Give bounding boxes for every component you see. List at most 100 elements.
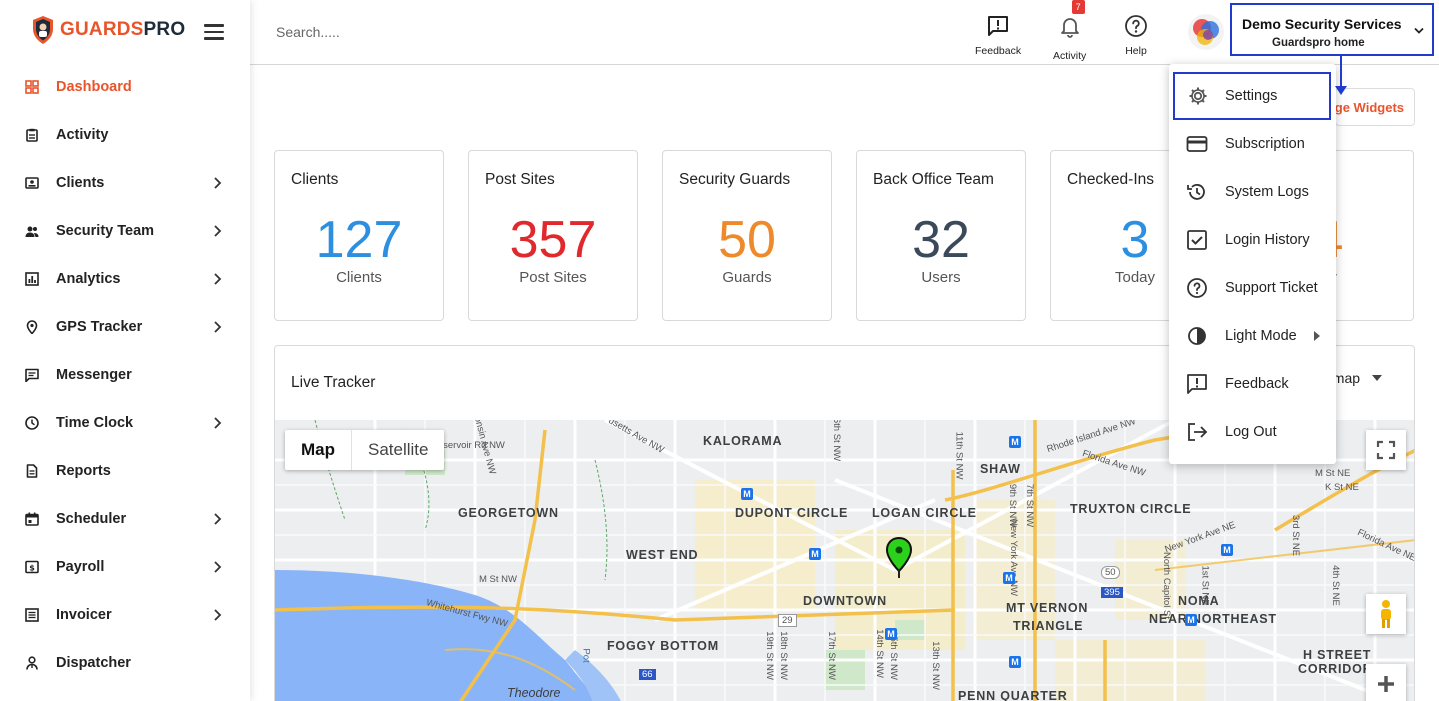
- app: GUARDSPRO Dashboard Activity Clients Securi…: [0, 0, 1439, 701]
- street-view-button[interactable]: [1366, 594, 1406, 634]
- feedback-label: Feedback: [975, 45, 1022, 57]
- sidebar-item-label: Security Team: [56, 223, 155, 239]
- sidebar-item-time-clock[interactable]: Time Clock: [0, 399, 250, 447]
- sidebar-item-label: Clients: [56, 175, 105, 191]
- bell-icon: [1060, 18, 1079, 38]
- search-input[interactable]: [276, 24, 576, 40]
- clipboard-icon: [25, 128, 39, 142]
- zoom-in-button[interactable]: [1366, 664, 1406, 701]
- person-icon: [25, 656, 39, 670]
- stat-card-0[interactable]: Clients 127 Clients: [274, 150, 444, 321]
- sidebar-item-label: GPS Tracker: [56, 319, 143, 335]
- plus-icon: [1378, 676, 1394, 692]
- stat-card-title: Security Guards: [679, 171, 791, 188]
- sidebar-nav: Dashboard Activity Clients Security Team Ana…: [0, 63, 250, 687]
- metro-station-icon: M: [1185, 614, 1197, 626]
- menu-item-settings[interactable]: Settings: [1173, 72, 1331, 120]
- menu-item-login-history[interactable]: Login History: [1169, 216, 1336, 264]
- feedback-icon: [1186, 373, 1208, 395]
- fullscreen-button[interactable]: [1366, 430, 1406, 470]
- hamburger-menu-icon[interactable]: [204, 24, 224, 40]
- menu-item-light-mode[interactable]: Light Mode: [1169, 312, 1336, 360]
- sidebar-item-activity[interactable]: Activity: [0, 111, 250, 159]
- stat-card-value: 357: [509, 211, 597, 269]
- sidebar-item-reports[interactable]: Reports: [0, 447, 250, 495]
- sidebar-item-clients[interactable]: Clients: [0, 159, 250, 207]
- stat-card-title: Back Office Team: [873, 171, 994, 188]
- satellite-tab[interactable]: Satellite: [352, 430, 444, 470]
- location-marker-icon[interactable]: [885, 536, 913, 580]
- credit-card-icon: [1186, 133, 1208, 155]
- sidebar-item-label: Dashboard: [56, 79, 132, 95]
- sidebar-item-invoicer[interactable]: Invoicer: [0, 591, 250, 639]
- avatar[interactable]: [1188, 14, 1224, 50]
- menu-item-label: Log Out: [1225, 424, 1277, 440]
- street-label-11: 7th St NW: [1024, 483, 1036, 528]
- street-label-19: 1st St NE: [1199, 565, 1211, 606]
- sidebar-item-label: Time Clock: [56, 415, 134, 431]
- dashboard-icon: [25, 80, 39, 94]
- sidebar-item-security-team[interactable]: Security Team: [0, 207, 250, 255]
- sidebar-item-label: Dispatcher: [56, 655, 131, 671]
- menu-item-system-logs[interactable]: System Logs: [1169, 168, 1336, 216]
- account-dropdown-menu: Settings Subscription System Logs Login His…: [1169, 64, 1336, 464]
- menu-item-label: System Logs: [1225, 184, 1309, 200]
- map-label-6: WEST END: [626, 548, 699, 562]
- stat-card-1[interactable]: Post Sites 357 Post Sites: [468, 150, 638, 321]
- stat-card-value: 32: [912, 211, 970, 269]
- map-label-7: DOWNTOWN: [803, 594, 887, 608]
- menu-item-label: Login History: [1225, 232, 1310, 248]
- sidebar-item-dispatcher[interactable]: Dispatcher: [0, 639, 250, 687]
- stat-card-title: Clients: [291, 171, 339, 188]
- stat-card-value: 127: [315, 211, 403, 269]
- sidebar-item-analytics[interactable]: Analytics: [0, 255, 250, 303]
- sidebar-item-scheduler[interactable]: Scheduler: [0, 495, 250, 543]
- sidebar-item-dashboard[interactable]: Dashboard: [0, 63, 250, 111]
- street-label-4: M St NW: [479, 574, 517, 585]
- checkbox-icon: [1186, 229, 1208, 251]
- route-shield-29: 29: [778, 614, 797, 627]
- help-button[interactable]: Help: [1124, 14, 1148, 57]
- stat-card-2[interactable]: Security Guards 50 Guards: [662, 150, 832, 321]
- chevron-right-icon: [214, 513, 222, 525]
- menu-item-support-ticket[interactable]: Support Ticket: [1169, 264, 1336, 312]
- pegman-icon: [1381, 600, 1391, 628]
- sidebar-item-label: Payroll: [56, 559, 105, 575]
- menu-item-log-out[interactable]: Log Out: [1169, 408, 1336, 456]
- menu-item-label: Light Mode: [1225, 328, 1297, 344]
- sidebar-item-label: Activity: [56, 127, 109, 143]
- sidebar-item-label: Scheduler: [56, 511, 127, 527]
- map-label-8: MT VERNON: [1006, 601, 1089, 615]
- menu-item-feedback[interactable]: Feedback: [1169, 360, 1336, 408]
- street-label-25: New York Ave NW: [1007, 519, 1019, 596]
- account-switcher[interactable]: Demo Security Services Guardspro home: [1230, 3, 1434, 56]
- feedback-icon: [988, 16, 1009, 36]
- map-label-12: FOGGY BOTTOM: [607, 639, 719, 653]
- stat-card-3[interactable]: Back Office Team 32 Users: [856, 150, 1026, 321]
- sidebar-item-messenger[interactable]: Messenger: [0, 351, 250, 399]
- street-label-14: 18th St NW: [777, 631, 789, 680]
- sidebar-item-gps-tracker[interactable]: GPS Tracker: [0, 303, 250, 351]
- help-icon: [1125, 15, 1147, 37]
- map-label-1: SHAW: [980, 462, 1021, 476]
- street-label-23: K St NE: [1325, 482, 1359, 493]
- street-label-18: North Capitol St: [1161, 551, 1173, 620]
- map-label-14: H STREET: [1303, 648, 1372, 662]
- manage-widgets-button[interactable]: age Widgets: [1335, 88, 1415, 126]
- feedback-button[interactable]: Feedback: [975, 14, 1021, 57]
- map-label-3: DUPONT CIRCLE: [735, 506, 849, 520]
- map-tab[interactable]: Map: [285, 430, 352, 470]
- sidebar-item-payroll[interactable]: $ Payroll: [0, 543, 250, 591]
- chevron-right-icon: [214, 609, 222, 621]
- map-label-4: LOGAN CIRCLE: [872, 506, 977, 520]
- activity-button[interactable]: 7 Activity: [1053, 0, 1086, 62]
- sidebar-item-label: Messenger: [56, 367, 132, 383]
- brand-logo[interactable]: GUARDSPRO: [32, 15, 185, 45]
- document-icon: [25, 464, 39, 478]
- chevron-right-icon: [214, 321, 222, 333]
- live-tracker-title: Live Tracker: [291, 374, 376, 391]
- street-label-26: Pot: [580, 648, 592, 663]
- menu-item-subscription[interactable]: Subscription: [1169, 120, 1336, 168]
- account-name: Demo Security Services: [1242, 16, 1402, 32]
- chevron-right-icon: [214, 177, 222, 189]
